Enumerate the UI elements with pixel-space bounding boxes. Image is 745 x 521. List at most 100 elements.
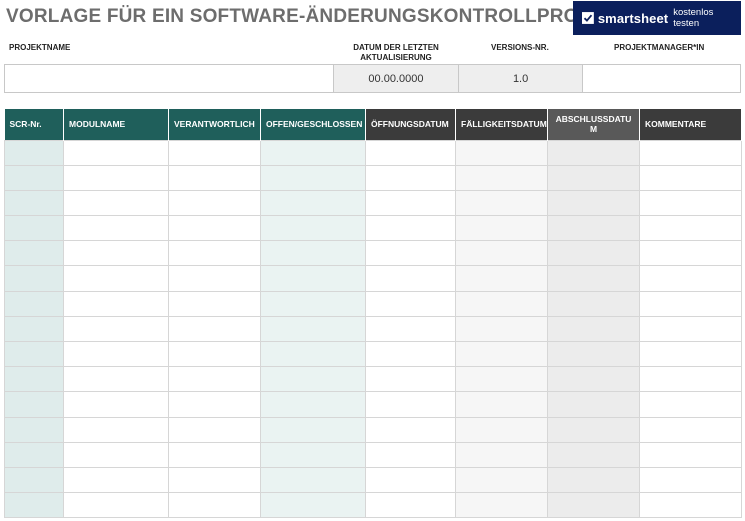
cell-comments[interactable] [639,189,742,217]
cell-module-name[interactable] [63,290,169,317]
cell-responsible[interactable] [168,189,261,217]
cell-responsible[interactable] [168,315,261,343]
cell-due-date[interactable] [455,441,548,468]
cell-completion-date[interactable] [547,366,640,393]
cell-completion-date[interactable] [547,164,640,191]
cell-module-name[interactable] [63,492,169,519]
cell-responsible[interactable] [168,466,261,494]
cell-responsible[interactable] [168,441,261,468]
cell-scr-nr[interactable] [4,466,64,494]
cell-completion-date[interactable] [547,492,640,519]
cell-opening-date[interactable] [365,164,456,191]
cell-open-closed[interactable] [260,466,366,494]
cell-due-date[interactable] [455,164,548,191]
cell-due-date[interactable] [455,265,548,292]
cell-module-name[interactable] [63,315,169,343]
cell-comments[interactable] [639,441,742,468]
cell-opening-date[interactable] [365,315,456,343]
cell-completion-date[interactable] [547,315,640,343]
cell-open-closed[interactable] [260,164,366,191]
cell-open-closed[interactable] [260,290,366,317]
cell-module-name[interactable] [63,391,169,418]
cell-comments[interactable] [639,466,742,494]
cell-scr-nr[interactable] [4,366,64,393]
cell-completion-date[interactable] [547,391,640,418]
cell-completion-date[interactable] [547,416,640,443]
cell-scr-nr[interactable] [4,441,64,468]
cell-comments[interactable] [639,391,742,418]
cell-comments[interactable] [639,139,742,166]
cell-module-name[interactable] [63,441,169,468]
cell-opening-date[interactable] [365,290,456,317]
cell-module-name[interactable] [63,416,169,443]
cell-completion-date[interactable] [547,441,640,468]
project-name-field[interactable] [5,65,335,92]
cell-scr-nr[interactable] [4,340,64,368]
cell-comments[interactable] [639,240,742,267]
cell-open-closed[interactable] [260,441,366,468]
cell-open-closed[interactable] [260,139,366,166]
cell-open-closed[interactable] [260,391,366,418]
cell-scr-nr[interactable] [4,265,64,292]
cell-completion-date[interactable] [547,265,640,292]
cell-completion-date[interactable] [547,290,640,317]
cell-comments[interactable] [639,340,742,368]
cell-scr-nr[interactable] [4,290,64,317]
cell-module-name[interactable] [63,466,169,494]
cell-responsible[interactable] [168,366,261,393]
cell-open-closed[interactable] [260,366,366,393]
cell-open-closed[interactable] [260,315,366,343]
cell-completion-date[interactable] [547,340,640,368]
cell-responsible[interactable] [168,391,261,418]
cell-module-name[interactable] [63,265,169,292]
cell-opening-date[interactable] [365,139,456,166]
cell-comments[interactable] [639,290,742,317]
cell-due-date[interactable] [455,139,548,166]
cell-comments[interactable] [639,215,742,242]
cell-opening-date[interactable] [365,466,456,494]
cell-completion-date[interactable] [547,466,640,494]
cell-responsible[interactable] [168,164,261,191]
cell-due-date[interactable] [455,240,548,267]
smartsheet-trial-button[interactable]: smartsheet kostenlos testen [573,1,741,35]
cell-module-name[interactable] [63,164,169,191]
cell-opening-date[interactable] [365,366,456,393]
cell-due-date[interactable] [455,466,548,494]
cell-opening-date[interactable] [365,441,456,468]
cell-scr-nr[interactable] [4,139,64,166]
cell-due-date[interactable] [455,340,548,368]
cell-opening-date[interactable] [365,492,456,519]
cell-scr-nr[interactable] [4,215,64,242]
cell-responsible[interactable] [168,240,261,267]
cell-due-date[interactable] [455,215,548,242]
cell-completion-date[interactable] [547,240,640,267]
cell-module-name[interactable] [63,366,169,393]
cell-responsible[interactable] [168,340,261,368]
cell-comments[interactable] [639,492,742,519]
version-field[interactable]: 1.0 [458,65,584,92]
cell-opening-date[interactable] [365,340,456,368]
cell-scr-nr[interactable] [4,164,64,191]
cell-due-date[interactable] [455,315,548,343]
cell-module-name[interactable] [63,139,169,166]
cell-open-closed[interactable] [260,265,366,292]
cell-due-date[interactable] [455,416,548,443]
cell-due-date[interactable] [455,492,548,519]
cell-module-name[interactable] [63,240,169,267]
cell-module-name[interactable] [63,340,169,368]
cell-responsible[interactable] [168,290,261,317]
last-update-field[interactable]: 00.00.0000 [334,65,459,92]
cell-comments[interactable] [639,164,742,191]
cell-opening-date[interactable] [365,416,456,443]
cell-due-date[interactable] [455,290,548,317]
cell-due-date[interactable] [455,189,548,217]
project-manager-field[interactable] [583,65,740,92]
cell-responsible[interactable] [168,215,261,242]
cell-due-date[interactable] [455,391,548,418]
cell-open-closed[interactable] [260,416,366,443]
cell-open-closed[interactable] [260,189,366,217]
cell-responsible[interactable] [168,492,261,519]
cell-comments[interactable] [639,315,742,343]
cell-scr-nr[interactable] [4,240,64,267]
cell-completion-date[interactable] [547,215,640,242]
